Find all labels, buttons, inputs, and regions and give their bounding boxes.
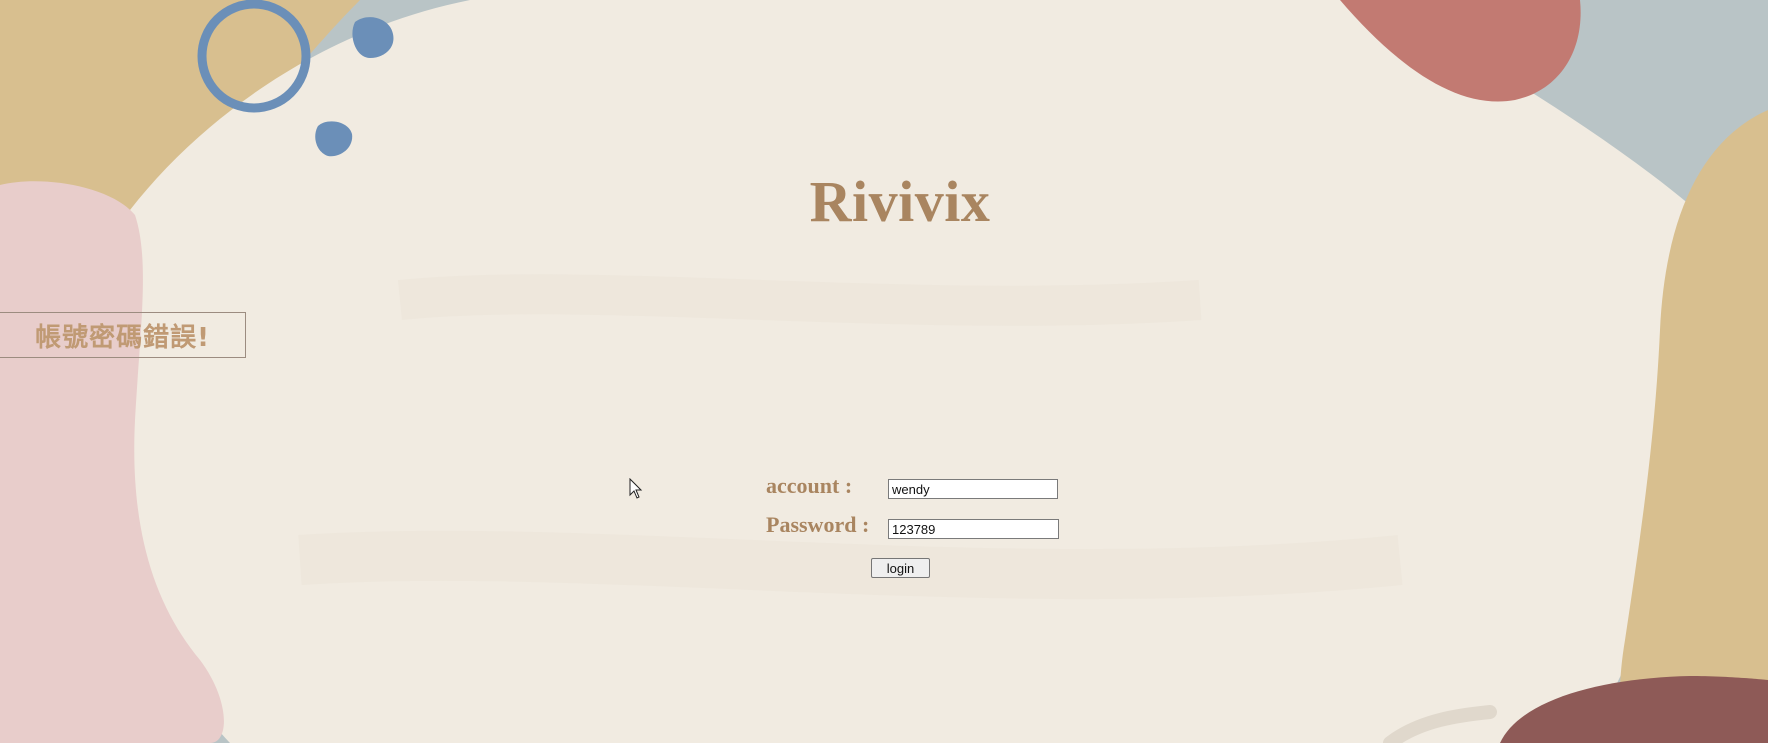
account-label: account : bbox=[766, 473, 853, 498]
account-input[interactable] bbox=[888, 479, 1058, 499]
app-title: Rivivix bbox=[809, 169, 991, 234]
mouse-pointer-icon bbox=[629, 478, 643, 499]
error-message-box: 帳號密碼錯誤! bbox=[0, 312, 246, 358]
decorative-background bbox=[0, 0, 1768, 743]
cream-main-shape bbox=[118, 0, 1703, 743]
error-message-text: 帳號密碼錯誤! bbox=[35, 322, 210, 353]
login-button[interactable]: login bbox=[871, 558, 930, 578]
password-label: Password : bbox=[766, 512, 870, 537]
password-input[interactable] bbox=[888, 519, 1059, 539]
